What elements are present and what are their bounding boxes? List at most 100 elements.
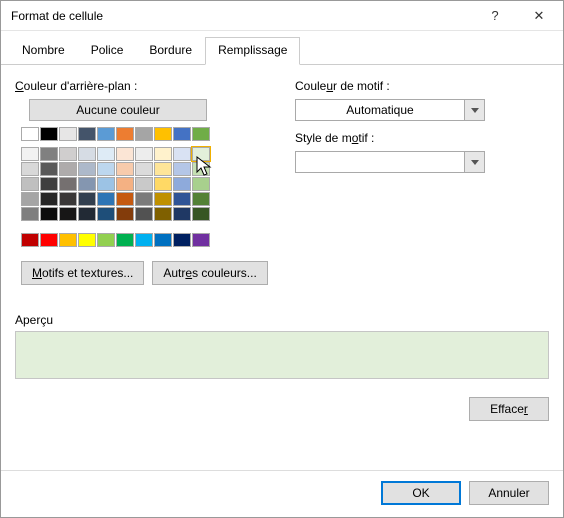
preview-box: [15, 331, 549, 379]
color-swatch[interactable]: [21, 127, 39, 141]
color-swatch[interactable]: [40, 233, 58, 247]
color-swatch[interactable]: [154, 177, 172, 191]
color-swatch[interactable]: [154, 147, 172, 161]
color-swatch[interactable]: [97, 162, 115, 176]
more-colors-button[interactable]: Autres couleurs...: [152, 261, 267, 285]
color-swatch[interactable]: [154, 162, 172, 176]
color-swatch[interactable]: [59, 177, 77, 191]
color-swatch[interactable]: [40, 192, 58, 206]
color-swatch[interactable]: [59, 233, 77, 247]
color-swatch[interactable]: [116, 162, 134, 176]
pattern-style-label: Style de motif :: [295, 131, 549, 145]
color-swatch[interactable]: [78, 207, 96, 221]
color-swatch[interactable]: [97, 207, 115, 221]
tab-content-fill: Couleur d'arrière-plan : Aucune couleur …: [1, 65, 563, 470]
color-swatch[interactable]: [135, 147, 153, 161]
clear-button[interactable]: Effacer: [469, 397, 549, 421]
color-swatch[interactable]: [40, 147, 58, 161]
color-swatch[interactable]: [116, 147, 134, 161]
color-swatch[interactable]: [21, 207, 39, 221]
color-swatch[interactable]: [40, 127, 58, 141]
color-swatch[interactable]: [173, 162, 191, 176]
color-swatch[interactable]: [59, 147, 77, 161]
color-swatch[interactable]: [21, 192, 39, 206]
color-swatch[interactable]: [116, 177, 134, 191]
color-swatch[interactable]: [135, 127, 153, 141]
pattern-color-select[interactable]: Automatique: [295, 99, 485, 121]
pattern-color-label: Couleur de motif :: [295, 79, 549, 93]
color-swatch[interactable]: [154, 207, 172, 221]
color-swatch[interactable]: [21, 147, 39, 161]
color-swatch[interactable]: [97, 127, 115, 141]
color-swatch[interactable]: [78, 233, 96, 247]
color-swatch[interactable]: [135, 233, 153, 247]
window-title: Format de cellule: [11, 9, 473, 23]
no-color-button[interactable]: Aucune couleur: [29, 99, 207, 121]
color-swatch[interactable]: [116, 127, 134, 141]
color-swatch[interactable]: [192, 177, 210, 191]
color-swatch[interactable]: [78, 147, 96, 161]
pattern-color-value: Automatique: [296, 103, 464, 117]
color-swatch[interactable]: [59, 162, 77, 176]
standard-color-row: [21, 233, 211, 247]
color-swatch[interactable]: [116, 233, 134, 247]
dialog-buttons: OK Annuler: [1, 470, 563, 517]
color-swatch[interactable]: [78, 177, 96, 191]
close-button[interactable]: ✕: [517, 2, 561, 30]
tab-bar: Nombre Police Bordure Remplissage: [1, 31, 563, 65]
tab-font[interactable]: Police: [78, 37, 137, 64]
color-swatch[interactable]: [173, 177, 191, 191]
theme-color-row: [21, 127, 211, 141]
ok-button[interactable]: OK: [381, 481, 461, 505]
color-swatch[interactable]: [173, 233, 191, 247]
color-swatch[interactable]: [40, 177, 58, 191]
pattern-style-select[interactable]: [295, 151, 485, 173]
color-swatch[interactable]: [135, 177, 153, 191]
color-swatch[interactable]: [173, 207, 191, 221]
color-swatch[interactable]: [192, 147, 210, 161]
color-swatch[interactable]: [154, 192, 172, 206]
color-swatch[interactable]: [21, 233, 39, 247]
color-swatch[interactable]: [135, 192, 153, 206]
cancel-button[interactable]: Annuler: [469, 481, 549, 505]
chevron-down-icon: [464, 100, 484, 120]
color-swatch[interactable]: [192, 192, 210, 206]
color-swatch[interactable]: [78, 192, 96, 206]
fill-effects-button[interactable]: Motifs et textures...: [21, 261, 144, 285]
tab-border[interactable]: Bordure: [136, 37, 205, 64]
preview-label: Aperçu: [15, 313, 549, 327]
color-swatch[interactable]: [78, 127, 96, 141]
color-swatch[interactable]: [192, 207, 210, 221]
color-swatch[interactable]: [192, 233, 210, 247]
color-swatch[interactable]: [40, 162, 58, 176]
color-swatch[interactable]: [59, 127, 77, 141]
color-swatch[interactable]: [154, 233, 172, 247]
color-swatch[interactable]: [21, 162, 39, 176]
color-swatch[interactable]: [78, 162, 96, 176]
close-icon: ✕: [534, 8, 545, 24]
help-icon: ?: [491, 8, 498, 23]
color-swatch[interactable]: [135, 162, 153, 176]
color-swatch[interactable]: [116, 207, 134, 221]
color-swatch[interactable]: [173, 192, 191, 206]
color-swatch[interactable]: [154, 127, 172, 141]
color-swatch[interactable]: [97, 177, 115, 191]
color-swatch[interactable]: [97, 192, 115, 206]
tab-fill[interactable]: Remplissage: [205, 37, 300, 65]
color-swatch[interactable]: [135, 207, 153, 221]
color-swatch[interactable]: [192, 127, 210, 141]
tab-number[interactable]: Nombre: [9, 37, 78, 64]
titlebar: Format de cellule ? ✕: [1, 1, 563, 31]
color-swatch[interactable]: [59, 192, 77, 206]
color-swatch[interactable]: [21, 177, 39, 191]
color-swatch[interactable]: [97, 147, 115, 161]
color-swatch[interactable]: [192, 162, 210, 176]
color-swatch[interactable]: [40, 207, 58, 221]
color-swatch[interactable]: [97, 233, 115, 247]
help-button[interactable]: ?: [473, 2, 517, 30]
color-swatch[interactable]: [116, 192, 134, 206]
color-swatch[interactable]: [173, 127, 191, 141]
color-swatch[interactable]: [173, 147, 191, 161]
chevron-down-icon: [464, 152, 484, 172]
color-swatch[interactable]: [59, 207, 77, 221]
